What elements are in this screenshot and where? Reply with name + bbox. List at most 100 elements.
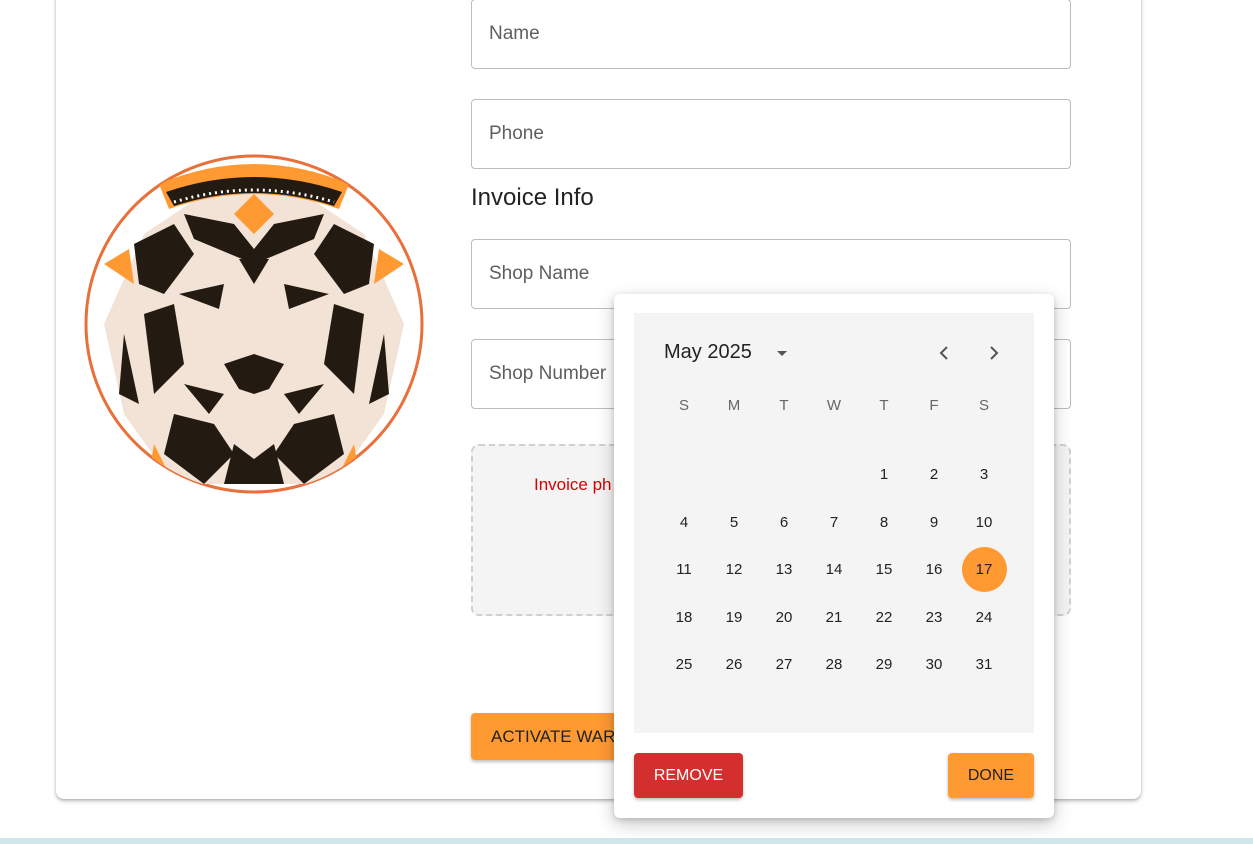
calendar-day[interactable]: 17 xyxy=(959,546,1009,593)
calendar-day-label xyxy=(762,452,807,497)
calendar-empty-cell xyxy=(659,451,709,498)
calendar-day-label: 16 xyxy=(925,561,943,578)
calendar-day[interactable]: 12 xyxy=(709,546,759,593)
calendar-day-label: 4 xyxy=(679,514,689,531)
calendar-day[interactable]: 9 xyxy=(909,499,959,546)
calendar-week-row: 4 5 6 7 8 9 10 xyxy=(659,499,1009,546)
calendar-day[interactable]: 23 xyxy=(909,594,959,641)
calendar-day[interactable]: 7 xyxy=(809,499,859,546)
calendar-panel: May 2025 S M T W T F S 1 2 3 4 5 6 7 8 9 10 11 12 13… xyxy=(634,313,1034,733)
calendar-day-label: 31 xyxy=(975,656,993,673)
calendar-day-label: 15 xyxy=(875,561,893,578)
calendar-day-label: 30 xyxy=(925,656,943,673)
weekday-label: F xyxy=(929,397,939,414)
calendar-day-label: 18 xyxy=(675,609,693,626)
calendar-day[interactable]: 1 xyxy=(859,451,909,498)
calendar-day-label: 3 xyxy=(979,466,989,483)
calendar-day[interactable]: 16 xyxy=(909,546,959,593)
calendar-day[interactable]: 8 xyxy=(859,499,909,546)
date-picker-dialog: May 2025 S M T W T F S 1 2 3 4 5 6 7 8 9 10 11 12 13… xyxy=(614,294,1054,818)
calendar-day-label xyxy=(812,452,857,497)
calendar-day-label: 28 xyxy=(825,656,843,673)
chevron-right-icon[interactable] xyxy=(982,341,1006,365)
calendar-day-label: 13 xyxy=(775,561,793,578)
calendar-day[interactable]: 3 xyxy=(959,451,1009,498)
calendar-day[interactable]: 22 xyxy=(859,594,909,641)
calendar-day[interactable]: 24 xyxy=(959,594,1009,641)
weekday-label: S xyxy=(978,397,989,414)
dropdown-arrow-icon[interactable] xyxy=(772,343,792,363)
calendar-day-label: 14 xyxy=(825,561,843,578)
bottom-strip xyxy=(0,838,1253,844)
invoice-section-title: Invoice Info xyxy=(471,184,594,211)
weekday-label: M xyxy=(727,397,741,414)
chevron-left-icon[interactable] xyxy=(932,341,956,365)
calendar-empty-cell xyxy=(709,451,759,498)
calendar-week-row: 11 12 13 14 15 16 17 xyxy=(659,546,1009,593)
name-placeholder: Name xyxy=(489,23,540,44)
calendar-day-label: 7 xyxy=(829,514,839,531)
calendar-day[interactable]: 25 xyxy=(659,641,709,688)
weekday-header: S M T W T F S xyxy=(659,397,1009,414)
shop-name-placeholder: Shop Name xyxy=(489,263,590,284)
invoice-photo-error: Invoice ph xyxy=(534,475,612,494)
remove-button[interactable]: REMOVE xyxy=(634,753,743,798)
calendar-day[interactable]: 26 xyxy=(709,641,759,688)
calendar-day[interactable]: 10 xyxy=(959,499,1009,546)
calendar-day[interactable]: 18 xyxy=(659,594,709,641)
calendar-day-label: 9 xyxy=(929,514,939,531)
weekday-label: T xyxy=(779,397,789,414)
calendar-day-label: 19 xyxy=(725,609,743,626)
calendar-day[interactable]: 11 xyxy=(659,546,709,593)
calendar-day-label: 8 xyxy=(879,514,889,531)
calendar-day-label: 23 xyxy=(925,609,943,626)
calendar-day[interactable]: 2 xyxy=(909,451,959,498)
calendar-day[interactable]: 5 xyxy=(709,499,759,546)
calendar-day[interactable]: 19 xyxy=(709,594,759,641)
calendar-empty-cell xyxy=(759,451,809,498)
calendar-day-label: 21 xyxy=(825,609,843,626)
calendar-day-label: 26 xyxy=(725,656,743,673)
calendar-day-label: 6 xyxy=(779,514,789,531)
calendar-week-row: 1 2 3 xyxy=(659,451,1009,498)
calendar-day[interactable]: 27 xyxy=(759,641,809,688)
calendar-day[interactable]: 31 xyxy=(959,641,1009,688)
calendar-day[interactable]: 14 xyxy=(809,546,859,593)
calendar-day-label: 24 xyxy=(975,609,993,626)
calendar-day-label: 11 xyxy=(676,561,692,578)
month-label[interactable]: May 2025 xyxy=(664,341,752,364)
done-button[interactable]: DONE xyxy=(948,753,1034,798)
calendar-day[interactable]: 13 xyxy=(759,546,809,593)
calendar-day-label: 12 xyxy=(725,561,743,578)
phone-placeholder: Phone xyxy=(489,123,544,144)
shop-number-placeholder: Shop Number xyxy=(489,363,607,384)
calendar-day-label: 2 xyxy=(929,466,939,483)
calendar-day-label: 20 xyxy=(775,609,793,626)
calendar-day-label xyxy=(712,452,757,497)
phone-field[interactable]: Phone xyxy=(471,99,1071,169)
weekday-label: W xyxy=(826,397,842,414)
calendar-week-row: 18 19 20 21 22 23 24 xyxy=(659,594,1009,641)
calendar-day-label: 10 xyxy=(975,514,993,531)
calendar-day-label: 22 xyxy=(875,609,893,626)
calendar-day[interactable]: 15 xyxy=(859,546,909,593)
calendar-empty-cell xyxy=(809,451,859,498)
name-field[interactable]: Name xyxy=(471,0,1071,69)
calendar-day[interactable]: 29 xyxy=(859,641,909,688)
calendar-day[interactable]: 6 xyxy=(759,499,809,546)
calendar-day[interactable]: 30 xyxy=(909,641,959,688)
calendar-day-label: 1 xyxy=(879,466,889,483)
calendar-day-label: 27 xyxy=(775,656,793,673)
calendar-day-label xyxy=(662,452,707,497)
lion-logo xyxy=(84,154,424,494)
calendar-day[interactable]: 21 xyxy=(809,594,859,641)
calendar-day[interactable]: 20 xyxy=(759,594,809,641)
calendar-week-row: 25 26 27 28 29 30 31 xyxy=(659,641,1009,688)
calendar-day-label: 29 xyxy=(875,656,893,673)
weekday-label: S xyxy=(678,397,689,414)
calendar-day-label: 25 xyxy=(675,656,693,673)
calendar-day[interactable]: 28 xyxy=(809,641,859,688)
calendar-day[interactable]: 4 xyxy=(659,499,709,546)
calendar-day-label: 17 xyxy=(961,547,1007,592)
calendar-day-label: 5 xyxy=(729,514,739,531)
